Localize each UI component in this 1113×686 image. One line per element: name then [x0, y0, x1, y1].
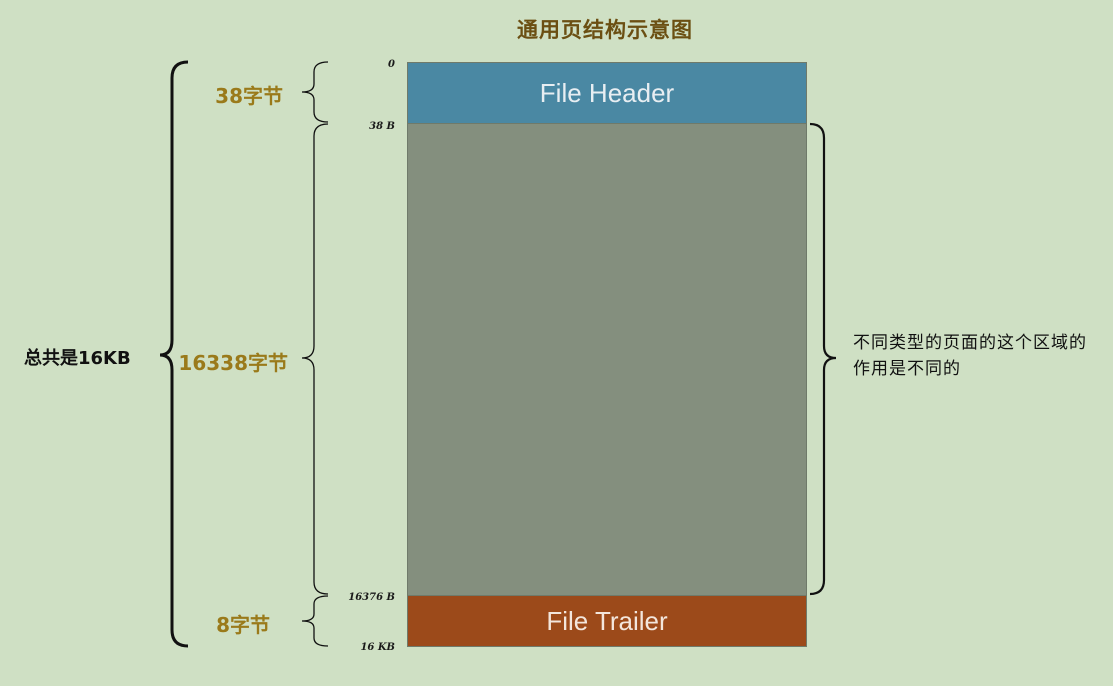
body-region-note: 不同类型的页面的这个区域的作用是不同的	[853, 333, 1087, 379]
file-trailer-block: File Trailer	[407, 595, 807, 647]
offset-trailer-start: 16376 B	[348, 592, 395, 603]
trailer-size-brace	[301, 595, 329, 647]
file-trailer-label: File Trailer	[546, 605, 668, 636]
header-size-brace	[301, 61, 329, 123]
body-size-brace	[301, 123, 329, 595]
page-body-block	[407, 123, 807, 596]
file-header-label: File Header	[539, 77, 675, 108]
file-header-block: File Header	[407, 62, 807, 124]
body-note-brace	[809, 122, 837, 596]
total-size-label: 总共是16KB	[24, 348, 131, 369]
body-size-label: 16338字节	[178, 351, 288, 375]
offset-end: 16 KB	[360, 642, 395, 653]
trailer-size-label: 8字节	[216, 613, 270, 637]
offset-header-end: 38 B	[369, 121, 395, 132]
offset-start: 0	[388, 59, 395, 70]
header-size-label: 38字节	[215, 84, 283, 108]
